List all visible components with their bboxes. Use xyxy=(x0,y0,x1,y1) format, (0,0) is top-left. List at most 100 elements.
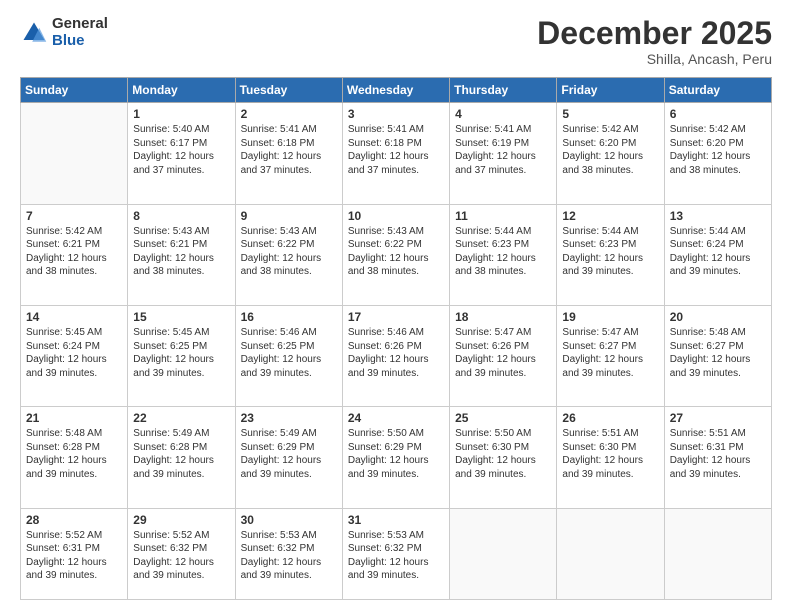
weekday-sunday: Sunday xyxy=(21,78,128,103)
day-number: 16 xyxy=(241,310,337,324)
day-number: 10 xyxy=(348,209,444,223)
day-info: Sunrise: 5:48 AM Sunset: 6:27 PM Dayligh… xyxy=(670,326,766,380)
day-number: 20 xyxy=(670,310,766,324)
day-number: 17 xyxy=(348,310,444,324)
day-cell: 16 Sunrise: 5:46 AM Sunset: 6:25 PM Dayli… xyxy=(235,306,342,407)
day-info: Sunrise: 5:49 AM Sunset: 6:29 PM Dayligh… xyxy=(241,427,337,481)
day-info: Sunrise: 5:52 AM Sunset: 6:31 PM Dayligh… xyxy=(26,529,122,583)
day-number: 11 xyxy=(455,209,551,223)
day-number: 30 xyxy=(241,513,337,527)
logo-general: General xyxy=(52,16,108,33)
day-number: 25 xyxy=(455,411,551,425)
day-info: Sunrise: 5:41 AM Sunset: 6:18 PM Dayligh… xyxy=(348,123,444,177)
day-cell: 3 Sunrise: 5:41 AM Sunset: 6:18 PM Daylig… xyxy=(342,103,449,204)
day-number: 18 xyxy=(455,310,551,324)
day-cell: 28 Sunrise: 5:52 AM Sunset: 6:31 PM Dayli… xyxy=(21,508,128,599)
day-info: Sunrise: 5:46 AM Sunset: 6:26 PM Dayligh… xyxy=(348,326,444,380)
day-cell: 22Sunrise: 5:49 AM Sunset: 6:28 PM Dayli… xyxy=(128,407,235,508)
day-number: 6 xyxy=(670,107,766,121)
day-number: 15 xyxy=(133,310,229,324)
day-number: 13 xyxy=(670,209,766,223)
day-info: Sunrise: 5:42 AM Sunset: 6:21 PM Dayligh… xyxy=(26,225,122,279)
day-info: Sunrise: 5:51 AM Sunset: 6:31 PM Dayligh… xyxy=(670,427,766,481)
day-number: 14 xyxy=(26,310,122,324)
logo: General Blue xyxy=(20,16,108,49)
page: General Blue December 2025 Shilla, Ancas… xyxy=(0,0,792,612)
week-row-5: 28 Sunrise: 5:52 AM Sunset: 6:31 PM Dayli… xyxy=(21,508,772,599)
day-cell: 24Sunrise: 5:50 AM Sunset: 6:29 PM Dayli… xyxy=(342,407,449,508)
day-info: Sunrise: 5:42 AM Sunset: 6:20 PM Dayligh… xyxy=(670,123,766,177)
week-row-1: 1 Sunrise: 5:40 AM Sunset: 6:17 PM Daylig… xyxy=(21,103,772,204)
day-info: Sunrise: 5:41 AM Sunset: 6:18 PM Dayligh… xyxy=(241,123,337,177)
day-cell: 26 Sunrise: 5:51 AM Sunset: 6:30 PM Dayli… xyxy=(557,407,664,508)
day-info: Sunrise: 5:44 AM Sunset: 6:23 PM Dayligh… xyxy=(562,225,658,279)
weekday-friday: Friday xyxy=(557,78,664,103)
day-number: 22 xyxy=(133,411,229,425)
day-info: Sunrise: 5:43 AM Sunset: 6:22 PM Dayligh… xyxy=(241,225,337,279)
day-cell: 1 Sunrise: 5:40 AM Sunset: 6:17 PM Daylig… xyxy=(128,103,235,204)
day-info: Sunrise: 5:47 AM Sunset: 6:26 PM Dayligh… xyxy=(455,326,551,380)
day-number: 3 xyxy=(348,107,444,121)
weekday-thursday: Thursday xyxy=(450,78,557,103)
day-info: Sunrise: 5:42 AM Sunset: 6:20 PM Dayligh… xyxy=(562,123,658,177)
title-area: December 2025 Shilla, Ancash, Peru xyxy=(537,16,772,67)
day-number: 1 xyxy=(133,107,229,121)
day-cell: 9 Sunrise: 5:43 AM Sunset: 6:22 PM Daylig… xyxy=(235,204,342,305)
day-cell: 4 Sunrise: 5:41 AM Sunset: 6:19 PM Daylig… xyxy=(450,103,557,204)
day-number: 26 xyxy=(562,411,658,425)
day-cell: 23Sunrise: 5:49 AM Sunset: 6:29 PM Dayli… xyxy=(235,407,342,508)
day-info: Sunrise: 5:44 AM Sunset: 6:23 PM Dayligh… xyxy=(455,225,551,279)
day-cell: 13 Sunrise: 5:44 AM Sunset: 6:24 PM Dayli… xyxy=(664,204,771,305)
day-info: Sunrise: 5:40 AM Sunset: 6:17 PM Dayligh… xyxy=(133,123,229,177)
day-info: Sunrise: 5:53 AM Sunset: 6:32 PM Dayligh… xyxy=(348,529,444,583)
day-cell: 31Sunrise: 5:53 AM Sunset: 6:32 PM Dayli… xyxy=(342,508,449,599)
day-cell xyxy=(450,508,557,599)
day-cell: 2 Sunrise: 5:41 AM Sunset: 6:18 PM Daylig… xyxy=(235,103,342,204)
day-cell: 27 Sunrise: 5:51 AM Sunset: 6:31 PM Dayli… xyxy=(664,407,771,508)
day-cell: 15 Sunrise: 5:45 AM Sunset: 6:25 PM Dayli… xyxy=(128,306,235,407)
day-number: 24 xyxy=(348,411,444,425)
day-info: Sunrise: 5:51 AM Sunset: 6:30 PM Dayligh… xyxy=(562,427,658,481)
day-number: 4 xyxy=(455,107,551,121)
week-row-3: 14 Sunrise: 5:45 AM Sunset: 6:24 PM Dayli… xyxy=(21,306,772,407)
month-title: December 2025 xyxy=(537,16,772,51)
day-cell: 19Sunrise: 5:47 AM Sunset: 6:27 PM Dayli… xyxy=(557,306,664,407)
day-cell: 18 Sunrise: 5:47 AM Sunset: 6:26 PM Dayli… xyxy=(450,306,557,407)
day-cell xyxy=(664,508,771,599)
day-cell: 7 Sunrise: 5:42 AM Sunset: 6:21 PM Daylig… xyxy=(21,204,128,305)
day-info: Sunrise: 5:43 AM Sunset: 6:21 PM Dayligh… xyxy=(133,225,229,279)
day-info: Sunrise: 5:43 AM Sunset: 6:22 PM Dayligh… xyxy=(348,225,444,279)
day-number: 8 xyxy=(133,209,229,223)
header: General Blue December 2025 Shilla, Ancas… xyxy=(20,16,772,67)
day-number: 9 xyxy=(241,209,337,223)
day-number: 28 xyxy=(26,513,122,527)
logo-text: General Blue xyxy=(52,16,108,49)
day-number: 7 xyxy=(26,209,122,223)
day-info: Sunrise: 5:50 AM Sunset: 6:30 PM Dayligh… xyxy=(455,427,551,481)
day-cell: 11 Sunrise: 5:44 AM Sunset: 6:23 PM Dayli… xyxy=(450,204,557,305)
weekday-header-row: SundayMondayTuesdayWednesdayThursdayFrid… xyxy=(21,78,772,103)
day-number: 2 xyxy=(241,107,337,121)
day-cell: 21Sunrise: 5:48 AM Sunset: 6:28 PM Dayli… xyxy=(21,407,128,508)
day-info: Sunrise: 5:41 AM Sunset: 6:19 PM Dayligh… xyxy=(455,123,551,177)
day-cell: 30Sunrise: 5:53 AM Sunset: 6:32 PM Dayli… xyxy=(235,508,342,599)
day-cell: 17 Sunrise: 5:46 AM Sunset: 6:26 PM Dayli… xyxy=(342,306,449,407)
day-cell: 10 Sunrise: 5:43 AM Sunset: 6:22 PM Dayli… xyxy=(342,204,449,305)
day-cell xyxy=(557,508,664,599)
day-cell: 12 Sunrise: 5:44 AM Sunset: 6:23 PM Dayli… xyxy=(557,204,664,305)
day-cell xyxy=(21,103,128,204)
day-number: 29 xyxy=(133,513,229,527)
day-number: 12 xyxy=(562,209,658,223)
day-number: 5 xyxy=(562,107,658,121)
week-row-2: 7 Sunrise: 5:42 AM Sunset: 6:21 PM Daylig… xyxy=(21,204,772,305)
day-number: 27 xyxy=(670,411,766,425)
day-info: Sunrise: 5:46 AM Sunset: 6:25 PM Dayligh… xyxy=(241,326,337,380)
weekday-tuesday: Tuesday xyxy=(235,78,342,103)
day-info: Sunrise: 5:48 AM Sunset: 6:28 PM Dayligh… xyxy=(26,427,122,481)
day-info: Sunrise: 5:45 AM Sunset: 6:24 PM Dayligh… xyxy=(26,326,122,380)
day-info: Sunrise: 5:47 AM Sunset: 6:27 PM Dayligh… xyxy=(562,326,658,380)
weekday-saturday: Saturday xyxy=(664,78,771,103)
week-row-4: 21Sunrise: 5:48 AM Sunset: 6:28 PM Dayli… xyxy=(21,407,772,508)
day-info: Sunrise: 5:44 AM Sunset: 6:24 PM Dayligh… xyxy=(670,225,766,279)
day-info: Sunrise: 5:45 AM Sunset: 6:25 PM Dayligh… xyxy=(133,326,229,380)
